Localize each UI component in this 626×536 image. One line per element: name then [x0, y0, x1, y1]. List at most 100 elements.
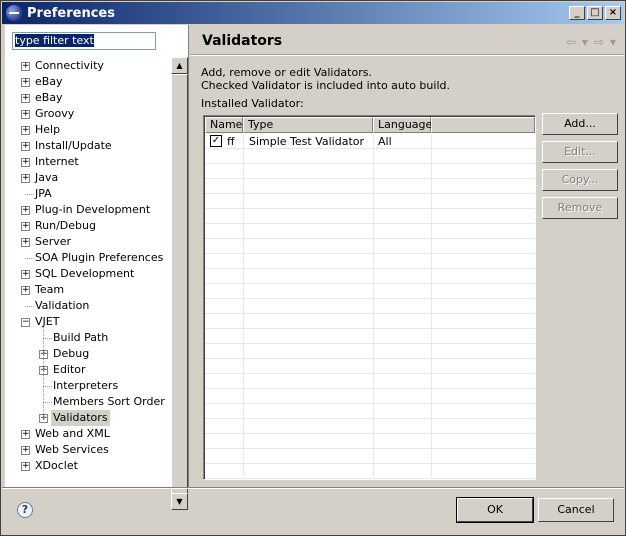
- tree-item-label: Connectivity: [35, 59, 104, 72]
- title-bar[interactable]: Preferences _ □ ×: [2, 2, 624, 24]
- table-row: [205, 359, 535, 374]
- tree-item[interactable]: + Java: [5, 170, 169, 186]
- tree-item[interactable]: + Team: [5, 282, 169, 298]
- table-row: [205, 284, 535, 299]
- table-row: [205, 374, 535, 389]
- column-header-type[interactable]: Type: [243, 117, 373, 133]
- tree-item[interactable]: JPA: [5, 186, 169, 202]
- tree-item[interactable]: + eBay: [5, 90, 169, 106]
- tree-item[interactable]: + Debug: [5, 346, 169, 362]
- tree-item-label: Groovy: [35, 107, 75, 120]
- minimize-button[interactable]: _: [569, 6, 585, 20]
- expand-icon[interactable]: +: [21, 158, 30, 167]
- expand-icon[interactable]: +: [21, 270, 30, 279]
- tree-item[interactable]: + Web and XML: [5, 426, 169, 442]
- back-dropdown-icon[interactable]: ▾: [582, 35, 588, 49]
- enabled-checkbox[interactable]: ✓: [210, 135, 222, 147]
- expand-icon[interactable]: +: [21, 174, 30, 183]
- column-header-name[interactable]: Name: [205, 117, 243, 133]
- scroll-up-icon[interactable]: ▲: [171, 57, 188, 74]
- tree-item[interactable]: + Internet: [5, 154, 169, 170]
- expand-icon[interactable]: +: [21, 110, 30, 119]
- expand-icon[interactable]: +: [21, 222, 30, 231]
- tree-item[interactable]: Members Sort Order: [5, 394, 169, 410]
- tree-item[interactable]: + Connectivity: [5, 58, 169, 74]
- table-row: [205, 299, 535, 314]
- tree-item[interactable]: + Validators: [5, 410, 169, 426]
- expand-icon[interactable]: +: [21, 142, 30, 151]
- collapse-icon[interactable]: −: [21, 318, 30, 327]
- title-separator: [190, 55, 624, 56]
- tree-item[interactable]: + Help: [5, 122, 169, 138]
- table-row: [205, 209, 535, 224]
- tree-item[interactable]: + Editor: [5, 362, 169, 378]
- table-row: [205, 344, 535, 359]
- back-arrow-icon[interactable]: ⇦: [566, 35, 576, 49]
- expand-icon[interactable]: +: [21, 94, 30, 103]
- edit-button[interactable]: Edit...: [542, 141, 618, 163]
- forward-dropdown-icon[interactable]: ▾: [610, 35, 616, 49]
- tree-item-label: Members Sort Order: [53, 395, 165, 408]
- tree-item[interactable]: Interpreters: [5, 378, 169, 394]
- expand-icon[interactable]: +: [21, 430, 30, 439]
- help-icon[interactable]: ?: [17, 502, 33, 518]
- preferences-window: Preferences _ □ × type filter text + Conn…: [0, 0, 626, 536]
- expand-icon[interactable]: +: [21, 62, 30, 71]
- tree-item[interactable]: + Groovy: [5, 106, 169, 122]
- tree-item[interactable]: + eBay: [5, 74, 169, 90]
- copy-button[interactable]: Copy...: [542, 169, 618, 191]
- tree-item[interactable]: − VJET: [5, 314, 169, 330]
- tree-connector: [43, 327, 44, 418]
- tree-item-label: Debug: [53, 347, 90, 360]
- forward-arrow-icon[interactable]: ⇨: [594, 35, 604, 49]
- tree-item[interactable]: + Run/Debug: [5, 218, 169, 234]
- tree-item[interactable]: + Server: [5, 234, 169, 250]
- tree-item-label: Server: [35, 235, 72, 248]
- filter-input[interactable]: type filter text: [12, 32, 156, 50]
- expand-icon[interactable]: +: [21, 286, 30, 295]
- scroll-down-icon[interactable]: ▼: [171, 493, 188, 510]
- scroll-thumb[interactable]: [171, 74, 188, 494]
- expand-icon[interactable]: +: [21, 78, 30, 87]
- close-button[interactable]: ×: [605, 6, 621, 20]
- description-line-1: Add, remove or edit Validators.: [201, 66, 372, 79]
- tree-item-label: eBay: [35, 75, 63, 88]
- tree-item[interactable]: + Plug-in Development: [5, 202, 169, 218]
- tree-item[interactable]: + XDoclet: [5, 458, 169, 474]
- cancel-button[interactable]: Cancel: [538, 498, 614, 522]
- column-header-language[interactable]: Language: [373, 117, 432, 133]
- expand-icon[interactable]: +: [21, 206, 30, 215]
- tree-item[interactable]: + Web Services: [5, 442, 169, 458]
- expand-icon[interactable]: +: [21, 462, 30, 471]
- tree-item-label: SOA Plugin Preferences: [35, 251, 164, 264]
- tree-item-label: Run/Debug: [35, 219, 96, 232]
- ok-button[interactable]: OK: [456, 497, 534, 523]
- tree-scrollbar[interactable]: ▲ ▼: [171, 57, 188, 510]
- installed-validator-label: Installed Validator:: [201, 97, 304, 110]
- tree-item[interactable]: + SQL Development: [5, 266, 169, 282]
- description-line-2: Checked Validator is included into auto …: [201, 79, 450, 92]
- expand-icon[interactable]: +: [21, 446, 30, 455]
- table-row: [205, 419, 535, 434]
- validators-table[interactable]: Name Type Language ✓ ff Simple Test Valida…: [203, 115, 536, 480]
- tree-item[interactable]: + Install/Update: [5, 138, 169, 154]
- table-row: [205, 329, 535, 344]
- tree-item[interactable]: Build Path: [5, 330, 169, 346]
- tree-item-label: Help: [35, 123, 61, 136]
- expand-icon[interactable]: +: [21, 238, 30, 247]
- expand-icon[interactable]: +: [21, 126, 30, 135]
- maximize-button[interactable]: □: [587, 6, 603, 20]
- table-row[interactable]: ✓ ff Simple Test Validator All: [205, 134, 535, 149]
- table-row: [205, 194, 535, 209]
- tree-item-label: Validation: [35, 299, 90, 312]
- remove-button[interactable]: Remove: [542, 197, 618, 219]
- add-button[interactable]: Add...: [542, 113, 618, 135]
- filter-placeholder: type filter text: [15, 34, 94, 47]
- footer-separator: [2, 487, 624, 488]
- tree-item[interactable]: SOA Plugin Preferences: [5, 250, 169, 266]
- cell-name: ff: [227, 135, 235, 148]
- tree-item[interactable]: Validation: [5, 298, 169, 314]
- table-row: [205, 434, 535, 449]
- cell-language: All: [378, 135, 392, 148]
- tree-item-label: VJET: [35, 315, 60, 328]
